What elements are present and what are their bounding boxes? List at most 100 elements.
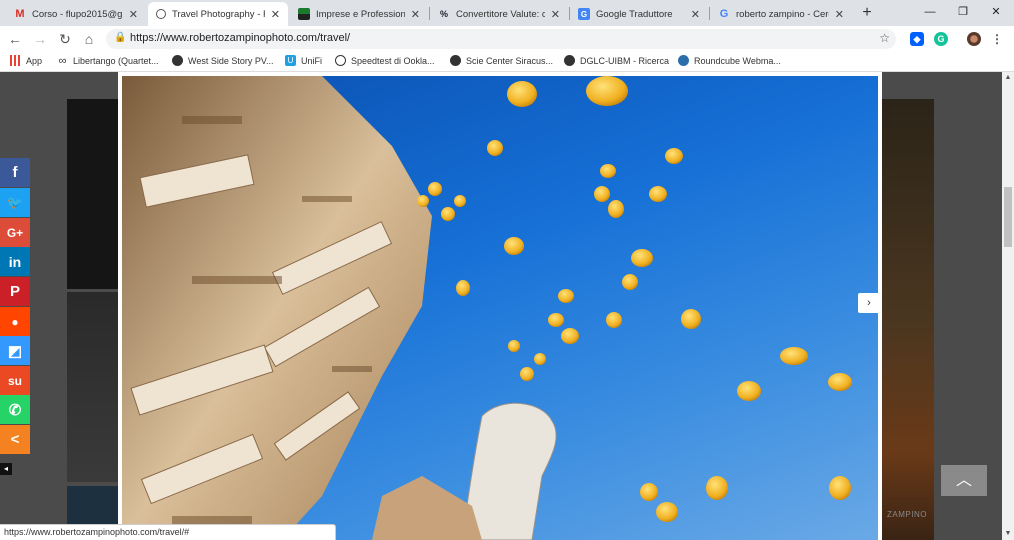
whatsapp-icon[interactable]: ✆ [0, 395, 30, 424]
forward-icon[interactable]: → [31, 30, 49, 48]
bookmarks-bar: App ∞ Libertango (Quartet... West Side S… [0, 52, 1014, 72]
stumbleupon-icon[interactable]: su [0, 366, 30, 395]
tab-google-search[interactable]: G roberto zampino - Cerc ✕ [710, 2, 852, 26]
back-to-top-button[interactable]: ︿ [941, 465, 987, 496]
facebook-glyph: f [12, 164, 18, 181]
new-tab-button[interactable]: + [857, 3, 877, 23]
minimize-icon[interactable]: — [920, 3, 940, 21]
bookmark-label: App [26, 55, 43, 66]
grammarly-icon[interactable]: G [934, 32, 948, 46]
bookmark-west-side-story[interactable]: West Side Story PV... [172, 55, 274, 66]
google-plus-glyph: G+ [6, 225, 24, 240]
twitter-glyph: 🐦 [6, 194, 24, 210]
google-plus-icon[interactable]: G+ [0, 218, 30, 247]
main-photo[interactable] [122, 76, 878, 540]
collapse-share-icon[interactable]: ◂ [0, 463, 12, 475]
pinterest-icon[interactable]: P [0, 277, 30, 306]
watermark: ZAMPINO [887, 510, 927, 519]
bookmark-label: Libertango (Quartet... [73, 55, 159, 66]
close-icon[interactable]: ✕ [551, 8, 560, 21]
bookmark-dglc-uibm[interactable]: DGLC-UIBM - Ricerca [564, 55, 669, 66]
url-text: https://www.robertozampinophoto.com/trav… [130, 32, 351, 44]
close-icon[interactable]: ✕ [835, 8, 844, 21]
close-icon[interactable]: ✕ [271, 8, 280, 21]
address-bar[interactable]: 🔒 https://www.robertozampinophoto.com/tr… [106, 29, 896, 49]
tab-title: Google Traduttore [596, 8, 673, 20]
scroll-up-icon[interactable]: ▲ [1002, 72, 1014, 84]
photo-frame [118, 72, 882, 540]
statue [461, 402, 557, 540]
linkedin-icon[interactable]: in [0, 247, 30, 276]
scrollbar-thumb[interactable] [1004, 187, 1012, 247]
bookmark-label: Speedtest di Ookla... [351, 55, 435, 66]
tab-imprese[interactable]: Imprese e Professionisti ✕ [290, 2, 428, 26]
reddit-icon[interactable]: ● [0, 307, 30, 336]
bookmark-libertango[interactable]: ∞ Libertango (Quartet... [57, 54, 159, 67]
tab-title: Travel Photography - R [172, 8, 265, 20]
speedometer-icon [335, 55, 346, 66]
globe-icon [156, 9, 166, 19]
bookmark-star-icon[interactable]: ☆ [879, 31, 890, 45]
stumbleupon-glyph: su [7, 373, 22, 388]
close-icon[interactable]: ✕ [691, 8, 700, 21]
gallery-thumbnail[interactable] [67, 99, 118, 289]
tab-title: roberto zampino - Cerc [736, 8, 829, 20]
roundcube-icon [678, 55, 689, 66]
statue-base [372, 476, 482, 540]
close-icon[interactable]: ✕ [129, 8, 138, 21]
twitter-icon[interactable]: 🐦 [0, 188, 30, 217]
xe-icon: % [439, 9, 448, 19]
bookmark-scie-center[interactable]: Scie Center Siracus... [450, 55, 553, 66]
infinity-icon: ∞ [58, 54, 67, 67]
share-icon[interactable]: < [0, 425, 30, 454]
bookmark-label: Roundcube Webma... [694, 55, 781, 66]
share-glyph: < [10, 431, 20, 448]
home-icon[interactable]: ⌂ [80, 30, 98, 48]
dropbox-icon[interactable]: ◆ [910, 32, 924, 46]
tab-gmail[interactable]: M Corso - flupo2015@gm ✕ [6, 2, 146, 26]
delicious-icon[interactable]: ◩ [0, 336, 30, 365]
close-window-icon[interactable]: ✕ [986, 3, 1006, 21]
tab-travel-photography[interactable]: Travel Photography - R ✕ [148, 2, 288, 26]
bookmark-label: Scie Center Siracus... [466, 55, 554, 66]
tab-title: Corso - flupo2015@gm [32, 8, 123, 20]
tab-title: Imprese e Professionisti [316, 8, 405, 20]
close-icon[interactable]: ✕ [411, 8, 420, 21]
pinterest-glyph: P [9, 283, 20, 300]
bookmark-roundcube[interactable]: Roundcube Webma... [678, 55, 781, 66]
photo-illustration [122, 76, 852, 540]
menu-icon[interactable]: ⋮ [990, 32, 1004, 46]
page-content: › f 🐦 G+ in P ● ◩ su ✆ < ◂ ︿ ZAMPINO [0, 72, 1002, 540]
back-icon[interactable]: ← [6, 30, 24, 48]
google-icon: G [719, 8, 729, 20]
next-photo-arrow-icon[interactable]: › [858, 293, 880, 313]
bookmark-unifi[interactable]: U UniFi [285, 55, 322, 66]
tab-convertitore[interactable]: % Convertitore Valute: car ✕ [430, 2, 568, 26]
gmail-icon: M [15, 8, 25, 20]
apps-icon [10, 55, 21, 66]
facebook-icon[interactable]: f [0, 158, 30, 187]
reload-icon[interactable]: ↻ [56, 30, 74, 48]
scroll-down-icon[interactable]: ▼ [1002, 528, 1014, 540]
unifi-icon: U [285, 55, 296, 66]
gallery-thumbnail[interactable] [67, 292, 118, 482]
bookmark-speedtest[interactable]: Speedtest di Ookla... [335, 55, 435, 66]
bookmark-label: UniFi [301, 55, 323, 66]
globe-icon [172, 55, 183, 66]
restore-icon[interactable]: ❐ [953, 3, 973, 21]
reddit-glyph: ● [11, 314, 19, 329]
linkedin-glyph: in [8, 253, 22, 270]
lock-icon: 🔒 [114, 32, 127, 43]
gallery-thumbnail[interactable] [882, 99, 934, 540]
delicious-glyph: ◩ [7, 342, 23, 360]
globe-icon [564, 55, 575, 66]
globe-icon [450, 55, 461, 66]
tab-google-traduttore[interactable]: G Google Traduttore ✕ [570, 2, 708, 26]
whatsapp-glyph: ✆ [8, 401, 22, 419]
bookmark-apps[interactable]: App [10, 55, 42, 66]
status-bar: https://www.robertozampinophoto.com/trav… [0, 524, 336, 540]
avatar[interactable] [967, 32, 981, 46]
chevron-up-icon: ︿ [955, 472, 972, 489]
scrollbar[interactable]: ▲ ▼ [1002, 72, 1014, 540]
translate-icon: G [578, 8, 590, 20]
